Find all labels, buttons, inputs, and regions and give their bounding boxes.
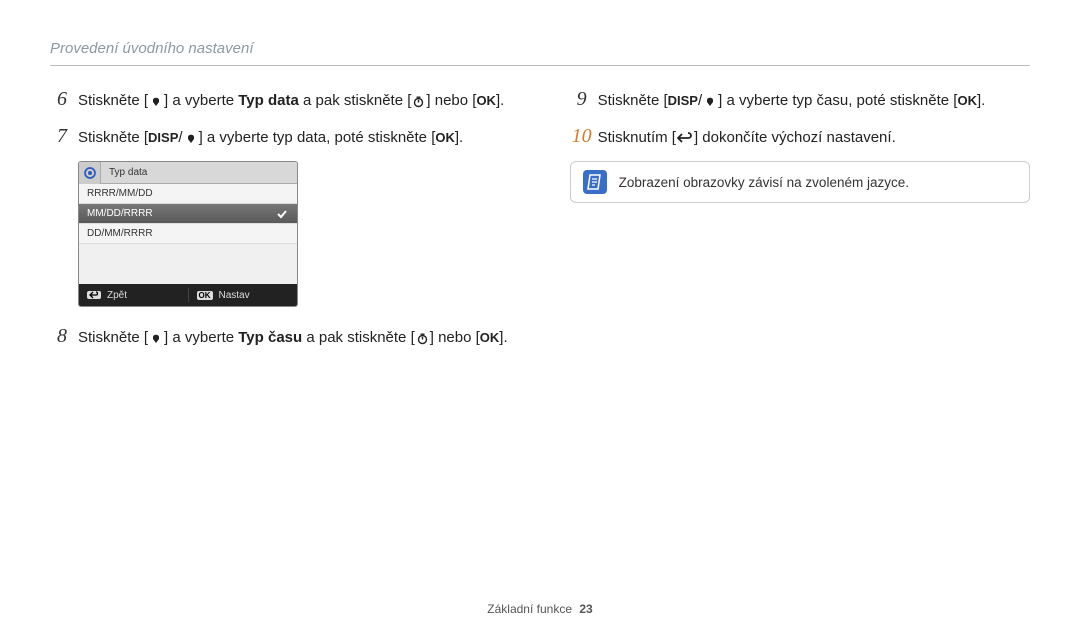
note-info-icon [583, 170, 607, 194]
disp-key: DISP [148, 130, 178, 145]
step-10: 10 Stisknutím [] dokončíte výchozí nasta… [570, 125, 1030, 150]
macro-down-icon [149, 331, 163, 345]
step-6: 6 Stiskněte [] a vyberte Typ data a pak … [50, 88, 530, 113]
disp-key: DISP [668, 93, 698, 108]
back-arrow-icon [677, 132, 693, 144]
menu-gear-icon [79, 162, 101, 184]
timer-icon [412, 95, 425, 108]
menu-empty-area [79, 244, 297, 284]
menu-footer-set[interactable]: Nastav [219, 290, 250, 301]
header-rule [50, 65, 1030, 66]
step-number: 10 [570, 125, 594, 148]
step-7-text: Stiskněte [DISP/] a vyberte typ data, po… [78, 125, 463, 150]
footer-section: Základní funkce [487, 602, 572, 616]
menu-footer-back[interactable]: Zpět [107, 290, 127, 301]
menu-item[interactable]: DD/MM/RRRR [79, 224, 297, 244]
macro-down-icon [184, 131, 198, 145]
note-box: Zobrazení obrazovky závisí na zvoleném j… [570, 161, 1030, 203]
menu-title: Typ data [101, 167, 147, 178]
ok-key: OK [476, 93, 496, 108]
step-number: 7 [50, 125, 74, 148]
timer-icon [416, 332, 429, 345]
step-7: 7 Stiskněte [DISP/] a vyberte typ data, … [50, 125, 530, 150]
ok-key: OK [480, 330, 500, 345]
date-type-menu: Typ data RRRR/MM/DD MM/DD/RRRR DD/MM/RRR… [78, 161, 298, 307]
note-text: Zobrazení obrazovky závisí na zvoleném j… [619, 175, 909, 190]
macro-down-icon [703, 94, 717, 108]
page-header: Provedení úvodního nastavení [50, 40, 1030, 57]
step-8-text: Stiskněte [] a vyberte Typ času a pak st… [78, 325, 508, 350]
ok-key: OK [435, 130, 455, 145]
step-9: 9 Stiskněte [DISP/] a vyberte typ času, … [570, 88, 1030, 113]
step-10-text: Stisknutím [] dokončíte výchozí nastaven… [598, 125, 896, 150]
step-8: 8 Stiskněte [] a vyberte Typ času a pak … [50, 325, 530, 350]
menu-footer: Zpět OK Nastav [79, 284, 297, 306]
menu-item-selected[interactable]: MM/DD/RRRR [79, 204, 297, 224]
step-number: 8 [50, 325, 74, 348]
step-6-text: Stiskněte [] a vyberte Typ data a pak st… [78, 88, 504, 113]
macro-down-icon [149, 94, 163, 108]
menu-item[interactable]: RRRR/MM/DD [79, 184, 297, 204]
check-icon [276, 208, 288, 220]
ok-key: OK [957, 93, 977, 108]
menu-header: Typ data [79, 162, 297, 184]
page-footer: Základní funkce 23 [0, 602, 1080, 616]
step-number: 6 [50, 88, 74, 111]
back-key-icon [87, 291, 101, 299]
footer-page-number: 23 [579, 602, 592, 616]
step-9-text: Stiskněte [DISP/] a vyberte typ času, po… [598, 88, 986, 113]
step-number: 9 [570, 88, 594, 111]
ok-key-icon: OK [197, 291, 213, 300]
